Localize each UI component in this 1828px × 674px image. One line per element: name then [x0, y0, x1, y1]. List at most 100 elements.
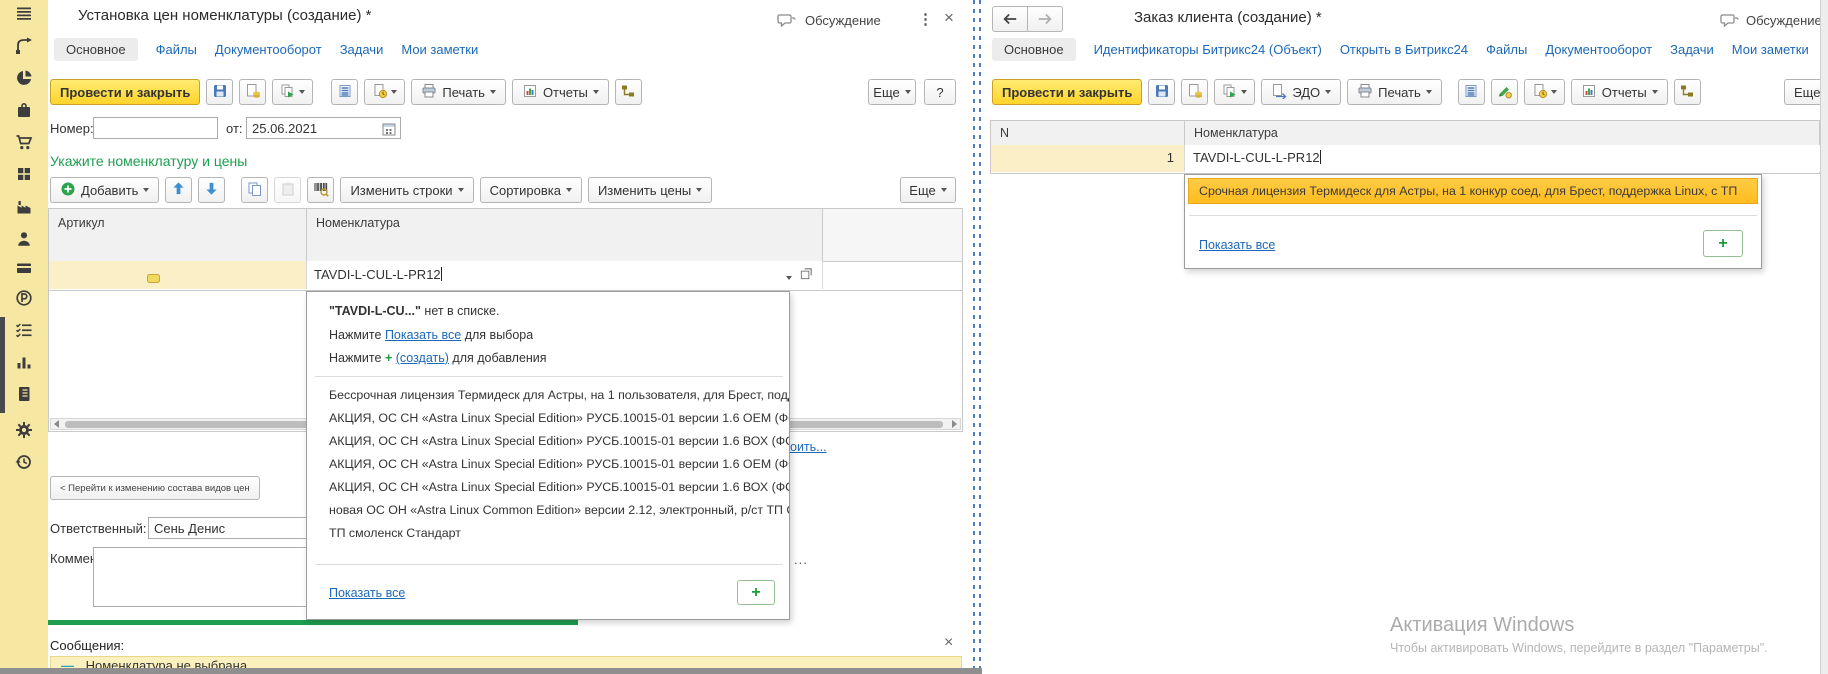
list-item[interactable]: новая ОС ОН «Astra Linux Common Edition»…	[307, 499, 789, 522]
create-based-on-button[interactable]	[1214, 79, 1255, 105]
tab-files[interactable]: Файлы	[156, 42, 197, 57]
tab-files[interactable]: Файлы	[1486, 42, 1527, 57]
list-item[interactable]: АКЦИЯ, ОС СН «Astra Linux Special Editio…	[307, 430, 789, 453]
show-all-inline-link[interactable]: Показать все	[385, 328, 461, 342]
save-button[interactable]	[1148, 79, 1175, 105]
show-all-link[interactable]: Показать все	[1199, 238, 1275, 252]
add-row-button[interactable]: Добавить	[50, 177, 159, 203]
pie-chart-icon[interactable]	[15, 69, 33, 87]
scroll-left-icon[interactable]	[54, 420, 59, 428]
column-header-nomenclature[interactable]: Номенклатура	[1184, 120, 1820, 146]
list-item[interactable]: АКЦИЯ, ОС СН «Astra Linux Special Editio…	[307, 407, 789, 430]
shopping-bag-icon[interactable]	[15, 101, 33, 119]
move-down-button[interactable]	[198, 177, 225, 203]
nomenclature-cell-input[interactable]: TAVDI-L-CUL-L-PR12	[307, 261, 823, 289]
tab-tasks[interactable]: Задачи	[1670, 42, 1714, 57]
create-link[interactable]: (создать)	[396, 351, 449, 365]
discussion-icon[interactable]	[777, 13, 796, 32]
checklist-icon[interactable]	[15, 321, 33, 339]
comment-expand-button[interactable]: ...	[794, 552, 808, 567]
tab-notes[interactable]: Мои заметки	[1732, 42, 1809, 57]
shopping-cart-icon[interactable]	[15, 133, 33, 151]
post-button[interactable]	[1181, 79, 1208, 105]
list-item[interactable]: ТП смоленск Стандарт	[307, 522, 789, 545]
copy-rows-button[interactable]	[241, 177, 268, 203]
show-in-list-button[interactable]	[331, 79, 358, 105]
tab-open-bitrix[interactable]: Открыть в Битрикс24	[1340, 42, 1468, 57]
tab-main[interactable]: Основное	[992, 38, 1076, 61]
tab-main[interactable]: Основное	[54, 38, 138, 61]
reminder-button[interactable]	[1524, 79, 1565, 105]
number-input[interactable]	[93, 117, 218, 139]
reports-button[interactable]: Отчеты	[1571, 79, 1668, 105]
history-icon[interactable]	[15, 453, 33, 471]
post-button[interactable]	[239, 79, 266, 105]
scroll-right-icon[interactable]	[952, 420, 957, 428]
post-and-close-button[interactable]: Провести и закрыть	[992, 79, 1142, 105]
print-button[interactable]: Печать	[1347, 79, 1442, 105]
column-header-nomenclature[interactable]: Номенклатура	[306, 208, 823, 262]
cell-open-button[interactable]	[799, 266, 814, 284]
article-cell[interactable]	[49, 261, 307, 289]
route-icon[interactable]	[15, 36, 33, 54]
grid-icon[interactable]	[15, 165, 33, 183]
tab-notes[interactable]: Мои заметки	[401, 42, 478, 57]
cell-dropdown-button[interactable]	[786, 268, 792, 283]
nomenclature-cell-input[interactable]: TAVDI-L-CUL-L-PR12	[1185, 145, 1820, 172]
help-button[interactable]: ?	[924, 79, 956, 105]
discussion-label[interactable]: Обсуждение	[805, 13, 881, 28]
table-row[interactable]: 1 TAVDI-L-CUL-L-PR12	[990, 145, 1820, 174]
reminder-button[interactable]	[364, 79, 405, 105]
paste-rows-button[interactable]	[274, 177, 301, 203]
window-edge-scrollbar[interactable]	[1820, 0, 1828, 674]
reports-button[interactable]: Отчеты	[512, 79, 609, 105]
line-number-cell[interactable]: 1	[991, 145, 1185, 172]
messages-close-icon[interactable]: ×	[944, 634, 953, 652]
more-button[interactable]: Еще	[868, 79, 916, 105]
nav-forward-button[interactable]	[1027, 6, 1063, 32]
bar-chart-icon[interactable]	[15, 353, 33, 371]
tab-tasks[interactable]: Задачи	[340, 42, 384, 57]
nav-back-button[interactable]	[992, 6, 1028, 32]
structure-button[interactable]	[615, 79, 642, 105]
bank-card-icon[interactable]	[15, 259, 33, 277]
edit-prices-button[interactable]: Изменить цены	[588, 177, 712, 203]
approve-button[interactable]	[1491, 79, 1518, 105]
discussion-label[interactable]: Обсуждение	[1746, 13, 1822, 28]
highlighted-suggest-item[interactable]: Срочная лицензия Термидеск для Астры, на…	[1188, 178, 1758, 204]
post-and-close-button[interactable]: Провести и закрыть	[50, 79, 200, 105]
person-icon[interactable]	[15, 230, 33, 248]
list-item[interactable]: АКЦИЯ, ОС СН «Astra Linux Special Editio…	[307, 453, 789, 476]
list-item[interactable]: АКЦИЯ, ОС СН «Astra Linux Special Editio…	[307, 476, 789, 499]
close-icon[interactable]: ×	[944, 8, 954, 28]
create-new-button[interactable]: +	[1703, 230, 1743, 257]
tab-docflow[interactable]: Документооборот	[215, 42, 322, 57]
edo-button[interactable]: ЭДО	[1261, 79, 1341, 105]
parking-icon[interactable]	[15, 289, 33, 307]
sort-button[interactable]: Сортировка	[480, 177, 582, 203]
calendar-icon[interactable]	[381, 121, 397, 140]
barcode-search-button[interactable]	[307, 177, 334, 203]
column-header-extra[interactable]	[822, 208, 963, 262]
notebook-icon[interactable]	[15, 385, 33, 403]
kebab-menu-icon[interactable]: ⋮	[918, 10, 933, 28]
edit-rows-button[interactable]: Изменить строки	[340, 177, 473, 203]
go-to-price-kinds-button[interactable]: < Перейти к изменению состава видов цен	[50, 476, 260, 500]
tab-docflow[interactable]: Документооборот	[1545, 42, 1652, 57]
table-row[interactable]: TAVDI-L-CUL-L-PR12	[48, 261, 963, 291]
discussion-icon[interactable]	[1720, 13, 1739, 32]
window-splitter[interactable]	[970, 0, 984, 674]
save-button[interactable]	[206, 79, 233, 105]
date-input[interactable]: 25.06.2021	[246, 117, 401, 139]
table-more-button[interactable]: Еще	[900, 177, 956, 203]
list-item[interactable]: Бессрочная лицензия Термидеск для Астры,…	[307, 384, 789, 407]
truncated-settings-link[interactable]: оить...	[790, 440, 836, 454]
print-button[interactable]: Печать	[411, 79, 506, 105]
tab-bitrix-ids[interactable]: Идентификаторы Битрикс24 (Объект)	[1094, 42, 1322, 57]
show-all-link[interactable]: Показать все	[329, 586, 405, 600]
show-in-list-button[interactable]	[1458, 79, 1485, 105]
column-header-article[interactable]: Артикул	[48, 208, 307, 262]
create-based-on-button[interactable]	[272, 79, 313, 105]
column-header-n[interactable]: N	[990, 120, 1185, 146]
factory-icon[interactable]	[15, 198, 33, 216]
